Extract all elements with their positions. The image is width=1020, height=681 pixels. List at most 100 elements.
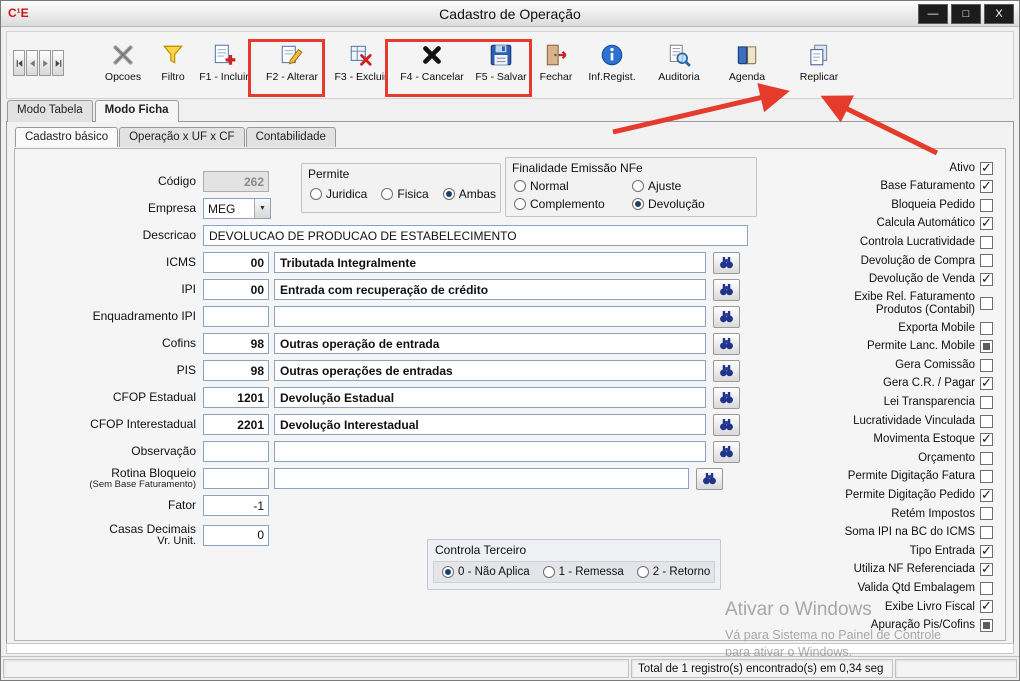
checkbox[interactable]: [980, 180, 993, 193]
replicate-copy-icon: [806, 42, 832, 68]
checkbox[interactable]: [980, 470, 993, 483]
radio-label: Complemento: [530, 197, 605, 211]
checkbox[interactable]: [980, 600, 993, 613]
empresa-select[interactable]: MEG ▼: [203, 198, 271, 219]
flag-lucratividade-vinculada: Lucratividade Vinculada: [823, 414, 993, 428]
maximize-button[interactable]: □: [951, 4, 981, 24]
inf-regist-button[interactable]: Inf.Regist.: [583, 39, 641, 97]
tab-modo-ficha[interactable]: Modo Ficha: [95, 100, 179, 122]
checkbox[interactable]: [980, 377, 993, 390]
cofins-desc-input[interactable]: [274, 333, 706, 354]
replicar-button[interactable]: Replicar: [793, 39, 845, 97]
fator-input[interactable]: [203, 495, 269, 516]
checkbox[interactable]: [980, 359, 993, 372]
rotina-bloqueio-desc-input[interactable]: [274, 468, 689, 489]
radio-nao-aplica[interactable]: 0 - Não Aplica: [442, 566, 530, 578]
checkbox[interactable]: [980, 236, 993, 249]
flag-utiliza-nf-referenciada: Utiliza NF Referenciada: [823, 563, 993, 577]
agenda-button[interactable]: Agenda: [721, 39, 773, 97]
icms-lookup-button[interactable]: [713, 252, 740, 274]
filter-button[interactable]: Filtro: [153, 39, 193, 97]
checkbox[interactable]: [980, 297, 993, 310]
first-record-button[interactable]: [13, 50, 25, 76]
radio-retorno[interactable]: 2 - Retorno: [637, 566, 711, 578]
previous-record-icon: [28, 59, 37, 68]
enquadramento-ipi-lookup-button[interactable]: [713, 306, 740, 328]
observacao-lookup-button[interactable]: [713, 441, 740, 463]
checkbox[interactable]: [980, 322, 993, 335]
f4-cancelar-button[interactable]: F4 - Cancelar: [397, 39, 467, 97]
radio-remessa[interactable]: 1 - Remessa: [543, 566, 624, 578]
radio-devolucao[interactable]: Devolução: [632, 197, 742, 211]
checkbox[interactable]: [980, 340, 993, 353]
observacao-desc-input[interactable]: [274, 441, 706, 462]
checkbox[interactable]: [980, 433, 993, 446]
radio-juridica[interactable]: Juridica: [310, 187, 367, 201]
tab-modo-tabela[interactable]: Modo Tabela: [7, 100, 93, 122]
ipi-code-input[interactable]: [203, 279, 269, 300]
cofins-code-input[interactable]: [203, 333, 269, 354]
checkbox[interactable]: [980, 217, 993, 230]
radio-ajuste[interactable]: Ajuste: [632, 179, 742, 193]
checkbox[interactable]: [980, 545, 993, 558]
cfop-interestadual-desc-input[interactable]: [274, 414, 706, 435]
radio-fisica[interactable]: Fisica: [381, 187, 428, 201]
next-record-button[interactable]: [39, 50, 51, 76]
checkbox[interactable]: [980, 489, 993, 502]
controla-terceiro-group: Controla Terceiro 0 - Não Aplica 1 - Rem…: [427, 539, 721, 590]
last-record-button[interactable]: [52, 50, 64, 76]
radio-ambas[interactable]: Ambas: [443, 187, 496, 201]
checkbox[interactable]: [980, 582, 993, 595]
flag-retem-impostos: Retém Impostos: [823, 507, 993, 521]
rotina-bloqueio-code-input[interactable]: [203, 468, 269, 489]
form-row-rotina-bloqueio: Rotina Bloqueio (Sem Base Faturamento): [17, 468, 762, 489]
checkbox[interactable]: [980, 415, 993, 428]
radio-complemento[interactable]: Complemento: [514, 197, 632, 211]
pis-code-input[interactable]: [203, 360, 269, 381]
close-button[interactable]: X: [984, 4, 1014, 24]
chevron-down-icon[interactable]: ▼: [254, 199, 270, 218]
previous-record-button[interactable]: [26, 50, 38, 76]
tab-operacao-uf-cf[interactable]: Operação x UF x CF: [119, 127, 244, 147]
f3-excluir-button[interactable]: F3 - Excluir: [330, 39, 392, 97]
cfop-interestadual-lookup-button[interactable]: [713, 414, 740, 436]
rotina-bloqueio-lookup-button[interactable]: [696, 468, 723, 490]
f1-incluir-button[interactable]: F1 - Incluir: [195, 39, 253, 97]
tab-cadastro-basico[interactable]: Cadastro básico: [15, 127, 118, 147]
checkbox[interactable]: [980, 619, 993, 632]
tab-contabilidade[interactable]: Contabilidade: [246, 127, 336, 147]
cfop-estadual-desc-input[interactable]: [274, 387, 706, 408]
icms-code-input[interactable]: [203, 252, 269, 273]
checkbox[interactable]: [980, 452, 993, 465]
pis-lookup-button[interactable]: [713, 360, 740, 382]
checkbox[interactable]: [980, 396, 993, 409]
ipi-desc-input[interactable]: [274, 279, 706, 300]
checkbox[interactable]: [980, 199, 993, 212]
cofins-lookup-button[interactable]: [713, 333, 740, 355]
enquadramento-ipi-code-input[interactable]: [203, 306, 269, 327]
minimize-button[interactable]: —: [918, 4, 948, 24]
checkbox[interactable]: [980, 563, 993, 576]
auditoria-button[interactable]: Auditoria: [651, 39, 707, 97]
observacao-code-input[interactable]: [203, 441, 269, 462]
enquadramento-ipi-desc-input[interactable]: [274, 306, 706, 327]
pis-desc-input[interactable]: [274, 360, 706, 381]
checkbox[interactable]: [980, 526, 993, 539]
f2-alterar-button[interactable]: F2 - Alterar: [259, 39, 325, 97]
casas-decimais-input[interactable]: [203, 525, 269, 546]
f5-salvar-button[interactable]: F5 - Salvar: [470, 39, 532, 97]
ipi-lookup-button[interactable]: [713, 279, 740, 301]
checkbox[interactable]: [980, 254, 993, 267]
fechar-button[interactable]: Fechar: [535, 39, 577, 97]
icms-desc-input[interactable]: [274, 252, 706, 273]
options-button[interactable]: Opcoes: [99, 39, 147, 97]
cfop-estadual-code-input[interactable]: [203, 387, 269, 408]
cfop-interestadual-code-input[interactable]: [203, 414, 269, 435]
descricao-input[interactable]: [203, 225, 748, 246]
cfop-estadual-lookup-button[interactable]: [713, 387, 740, 409]
enquadramento-ipi-label: Enquadramento IPI: [93, 310, 196, 323]
checkbox[interactable]: [980, 273, 993, 286]
radio-normal[interactable]: Normal: [514, 179, 632, 193]
checkbox[interactable]: [980, 162, 993, 175]
checkbox[interactable]: [980, 507, 993, 520]
